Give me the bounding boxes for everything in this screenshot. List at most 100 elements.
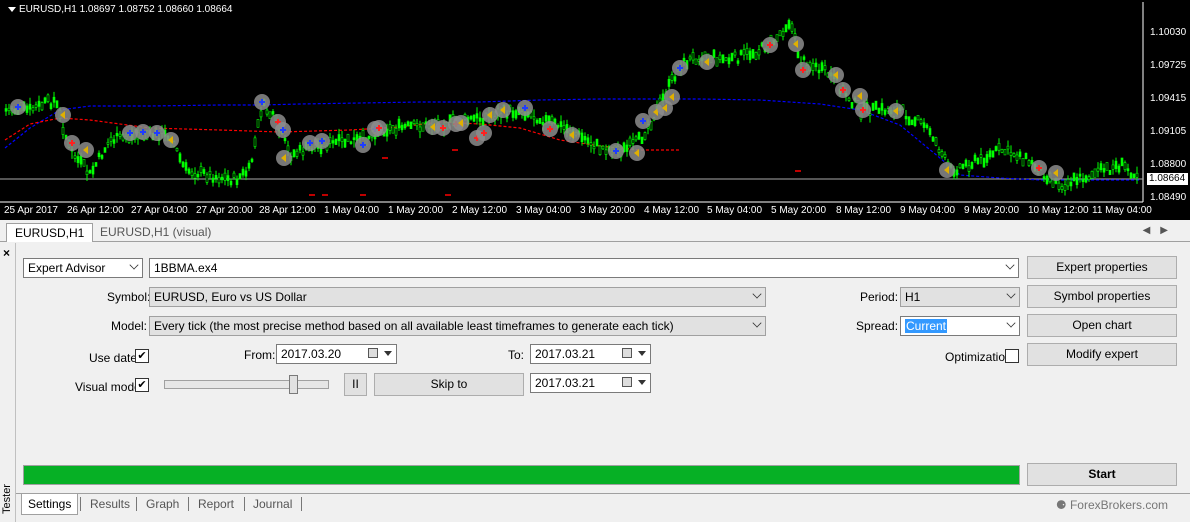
candle-body — [631, 139, 635, 144]
candle-body — [343, 138, 347, 148]
symbol-properties-button[interactable]: Symbol properties — [1027, 285, 1177, 308]
pause-button[interactable]: II — [344, 373, 367, 396]
candle-body — [748, 50, 752, 61]
candle-body — [406, 121, 410, 126]
visual-mode-checkbox[interactable]: ✔ — [135, 378, 149, 392]
modify-expert-button[interactable]: Modify expert — [1027, 343, 1177, 366]
candle-body — [91, 165, 95, 175]
optimization-checkbox[interactable] — [1005, 349, 1019, 363]
expert-properties-button[interactable]: Expert properties — [1027, 256, 1177, 279]
candle-body — [43, 97, 47, 104]
spread-select[interactable]: Current — [900, 316, 1020, 336]
candle-body — [1099, 163, 1103, 171]
candle-body — [403, 123, 407, 129]
candle-body — [472, 114, 476, 122]
candle-body — [226, 175, 230, 181]
open-chart-button[interactable]: Open chart — [1027, 314, 1177, 337]
candle-body — [724, 57, 728, 62]
tab-separator — [188, 497, 189, 511]
candle-body — [628, 137, 632, 146]
use-date-checkbox[interactable]: ✔ — [135, 349, 149, 363]
candle-body — [634, 136, 638, 141]
tab-results[interactable]: Results — [84, 496, 136, 512]
visual-mode-label: Visual mode — [75, 380, 141, 394]
candle-body — [82, 158, 86, 167]
visual-speed-slider[interactable] — [164, 380, 329, 389]
tab-report[interactable]: Report — [192, 496, 240, 512]
candle-body — [532, 116, 536, 120]
tab-scroll-arrows[interactable]: ◀▶ — [1143, 225, 1178, 236]
candle-body — [190, 171, 194, 176]
tab-eurusd-h1-visual[interactable]: EURUSD,H1 (visual) — [92, 223, 219, 242]
candle-body — [61, 127, 65, 135]
from-date-picker[interactable]: 2017.03.20 — [276, 344, 397, 364]
close-icon[interactable]: × — [3, 246, 10, 260]
candle-body — [850, 102, 854, 109]
chevron-down-icon — [1006, 318, 1016, 328]
date-tick-label: 27 Apr 20:00 — [196, 205, 253, 216]
skip-to-button[interactable]: Skip to — [374, 373, 524, 396]
symbol-select[interactable]: EURUSD, Euro vs US Dollar — [149, 287, 766, 307]
candle-body — [907, 116, 911, 126]
skip-to-date-picker[interactable]: 2017.03.21 — [530, 373, 651, 393]
candle-body — [1078, 173, 1082, 177]
candle-body — [787, 19, 791, 29]
candle-body — [682, 57, 686, 62]
date-tick-label: 2 May 12:00 — [452, 205, 508, 216]
spread-label: Spread: — [856, 319, 899, 333]
candle-body — [1096, 167, 1100, 172]
candle-body — [1015, 154, 1019, 161]
to-date-picker[interactable]: 2017.03.21 — [530, 344, 651, 364]
tab-graph[interactable]: Graph — [140, 496, 185, 512]
scroll-right-icon[interactable]: ▶ — [1160, 225, 1178, 236]
candle-body — [1045, 175, 1049, 184]
candle-body — [535, 119, 539, 124]
candle-body — [982, 157, 986, 168]
candle-body — [1111, 164, 1115, 170]
current-price-tag: 1.08664 — [1147, 173, 1188, 185]
candle-body — [811, 63, 815, 71]
candle-body — [694, 58, 698, 65]
use-date-label: Use date — [89, 351, 138, 365]
candle-body — [112, 139, 116, 144]
to-label: To: — [508, 348, 525, 362]
period-value: H1 — [905, 290, 921, 304]
candle-body — [583, 135, 587, 141]
candle-body — [961, 163, 965, 170]
candle-body — [1081, 179, 1085, 183]
candle-body — [187, 168, 191, 174]
tab-eurusd-h1[interactable]: EURUSD,H1 — [6, 223, 94, 242]
date-tick-label: 9 May 20:00 — [964, 205, 1020, 216]
price-chart[interactable]: EURUSD,H1 1.08697 1.08752 1.08660 1.0866… — [0, 0, 1190, 220]
candle-body — [781, 31, 785, 37]
candle-body — [1060, 186, 1064, 190]
candle-body — [1108, 170, 1112, 175]
start-button[interactable]: Start — [1027, 463, 1177, 486]
tester-type-select[interactable]: Expert Advisor — [23, 258, 143, 278]
candle-body — [976, 157, 980, 164]
candle-body — [400, 124, 404, 131]
candle-body — [1021, 158, 1025, 167]
period-select[interactable]: H1 — [900, 287, 1020, 307]
tab-journal[interactable]: Journal — [247, 496, 298, 512]
price-tick-label: 1.09725 — [1150, 60, 1187, 71]
candle-body — [514, 110, 518, 119]
candle-body — [205, 174, 209, 183]
visual-speed-slider-thumb[interactable] — [288, 375, 298, 394]
chart-menu-icon[interactable] — [8, 6, 16, 12]
candle-body — [1075, 176, 1079, 185]
candle-body — [271, 111, 275, 115]
scroll-left-icon[interactable]: ◀ — [1143, 225, 1161, 236]
candle-body — [640, 136, 644, 144]
candle-body — [733, 51, 737, 56]
expert-file-select[interactable]: 1BBMA.ex4 — [149, 258, 1019, 278]
skip-to-date-value: 2017.03.21 — [535, 376, 596, 390]
calendar-icon — [368, 348, 378, 358]
candle-body — [727, 57, 731, 65]
candle-body — [301, 151, 305, 156]
candle-body — [346, 133, 350, 142]
model-select[interactable]: Every tick (the most precise method base… — [149, 316, 766, 336]
tab-settings[interactable]: Settings — [21, 494, 79, 515]
candle-body — [997, 142, 1001, 151]
candle-body — [415, 123, 419, 127]
